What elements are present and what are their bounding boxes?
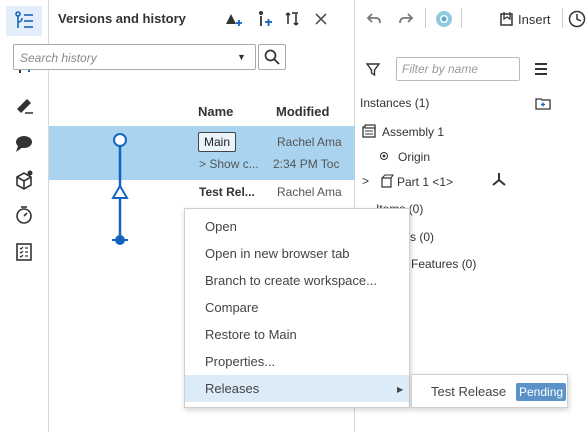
pending-badge: Pending: [516, 383, 567, 401]
insert-icon[interactable]: [498, 10, 516, 28]
search-history-input[interactable]: [20, 49, 220, 67]
close-icon[interactable]: [311, 9, 331, 29]
assembly-label[interactable]: Assembly 1: [382, 125, 444, 139]
timer-icon[interactable]: [6, 200, 42, 230]
filter-by-name-input[interactable]: [402, 61, 512, 77]
menu-item-branch[interactable]: Branch to create workspace...: [185, 267, 409, 294]
create-version-icon[interactable]: [254, 9, 274, 29]
row-modified-time: 2:34 PM Toc: [273, 157, 340, 171]
menu-item-open[interactable]: Open: [185, 213, 409, 240]
material-icon[interactable]: [6, 165, 42, 195]
list-options-icon[interactable]: [532, 60, 550, 78]
clock-icon[interactable]: [568, 10, 586, 28]
search-history-field[interactable]: ▼: [13, 44, 256, 70]
toolbar-divider: [461, 8, 462, 28]
branch-compare-icon[interactable]: [283, 9, 303, 29]
panel-title: Versions and history: [58, 11, 186, 26]
partial-group[interactable]: s (0): [410, 230, 434, 244]
context-menu: Open Open in new browser tab Branch to c…: [184, 208, 410, 408]
chevron-down-icon[interactable]: ▼: [237, 52, 246, 62]
create-release-icon[interactable]: [223, 9, 243, 29]
pen-icon[interactable]: [6, 89, 42, 119]
row-name-test-release[interactable]: Test Rel...: [199, 185, 261, 199]
column-header-modified[interactable]: Modified: [276, 104, 329, 119]
version-history-icon[interactable]: [6, 6, 42, 36]
graph-node-main: [113, 133, 127, 147]
panel-header: Versions and history: [49, 0, 355, 36]
comment-icon[interactable]: [6, 128, 42, 158]
redo-icon[interactable]: [397, 10, 415, 28]
menu-item-properties[interactable]: Properties...: [185, 348, 409, 375]
search-icon: [264, 49, 280, 65]
top-toolbar: [356, 0, 587, 36]
origin-label[interactable]: Origin: [398, 150, 430, 164]
row-modified-main: Rachel Ama: [277, 135, 342, 149]
releases-submenu[interactable]: Test Release Pending: [411, 374, 568, 408]
show-changes-link[interactable]: > Show c...: [199, 157, 265, 171]
origin-icon: [375, 147, 393, 165]
submenu-release-label[interactable]: Test Release: [431, 384, 506, 399]
mate-connector-icon[interactable]: [490, 170, 508, 188]
menu-item-open-new-tab[interactable]: Open in new browser tab: [185, 240, 409, 267]
filter-icon[interactable]: [364, 60, 382, 78]
add-folder-icon[interactable]: [534, 94, 552, 112]
toolbar-divider: [562, 8, 563, 28]
appearance-icon[interactable]: [435, 10, 453, 28]
graph-node-release: [111, 184, 129, 199]
undo-icon[interactable]: [365, 10, 383, 28]
insert-button-label[interactable]: Insert: [518, 12, 551, 27]
checklist-icon[interactable]: [6, 237, 42, 267]
menu-item-restore[interactable]: Restore to Main: [185, 321, 409, 348]
menu-item-releases[interactable]: Releases: [185, 375, 409, 402]
assembly-icon: [360, 122, 378, 140]
instances-header: Instances (1): [360, 96, 430, 110]
part-icon: [377, 172, 395, 190]
features-group[interactable]: Features (0): [411, 257, 476, 271]
part-label[interactable]: Part 1 <1>: [397, 175, 453, 189]
chevron-right-icon[interactable]: >: [362, 174, 369, 188]
toolbar-divider: [425, 8, 426, 28]
version-graph: [111, 133, 129, 245]
search-button[interactable]: [258, 44, 286, 70]
submenu-arrow-icon: ▶: [397, 385, 404, 394]
row-modified-test-release: Rachel Ama: [277, 185, 342, 199]
column-header-name[interactable]: Name: [198, 104, 233, 119]
menu-item-compare[interactable]: Compare: [185, 294, 409, 321]
row-name-main[interactable]: Main: [198, 132, 237, 152]
filter-by-name-field[interactable]: [396, 57, 520, 81]
